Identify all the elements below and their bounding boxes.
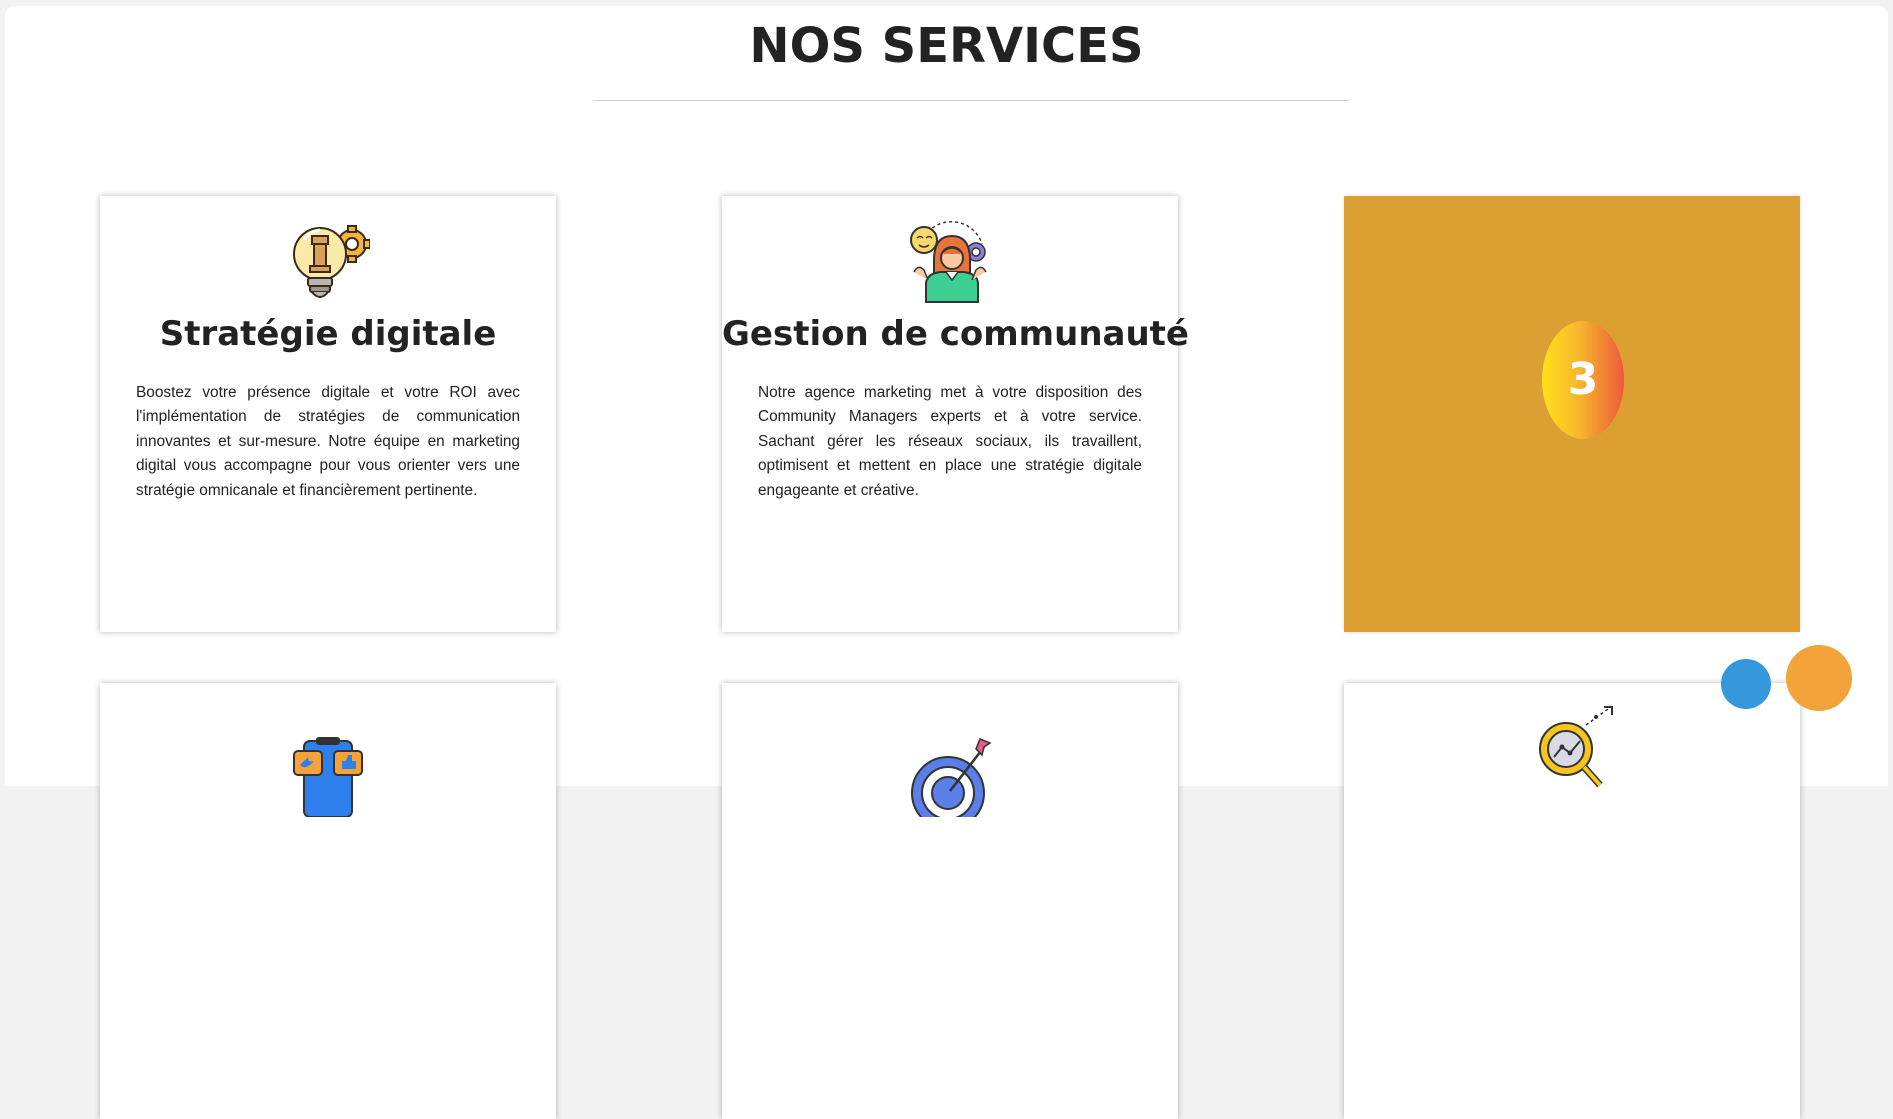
service-card-gestion-communaute[interactable]: Gestion de communauté Notre agence marke… [722, 196, 1189, 632]
section-title: NOS SERVICES [749, 18, 1144, 74]
community-manager-icon [910, 220, 987, 303]
card-title: Stratégie digitale [159, 314, 497, 354]
lightbulb-chess-gear-icon [293, 225, 370, 298]
service-card-4[interactable] [100, 683, 556, 1119]
card-number-badge: 3 [1542, 321, 1624, 439]
service-card-5[interactable] [722, 683, 1178, 1119]
title-divider [593, 100, 1349, 101]
social-media-phone-icon [293, 737, 363, 817]
floating-orange-dot[interactable] [1786, 645, 1852, 711]
magnifier-analytics-icon [1539, 706, 1613, 788]
floating-blue-dot[interactable] [1721, 659, 1771, 709]
service-card-strategie-digitale[interactable]: Stratégie digitale Boostez votre présenc… [100, 196, 556, 632]
service-card-3-highlight[interactable]: 3 [1344, 196, 1800, 632]
target-arrow-icon [911, 738, 992, 817]
service-card-6[interactable] [1344, 683, 1800, 1119]
card-title: Gestion de communauté [722, 314, 1189, 354]
card-description: Boostez votre présence digitale et votre… [136, 384, 520, 499]
card-description: Notre agence marketing met à votre dispo… [758, 384, 1142, 499]
